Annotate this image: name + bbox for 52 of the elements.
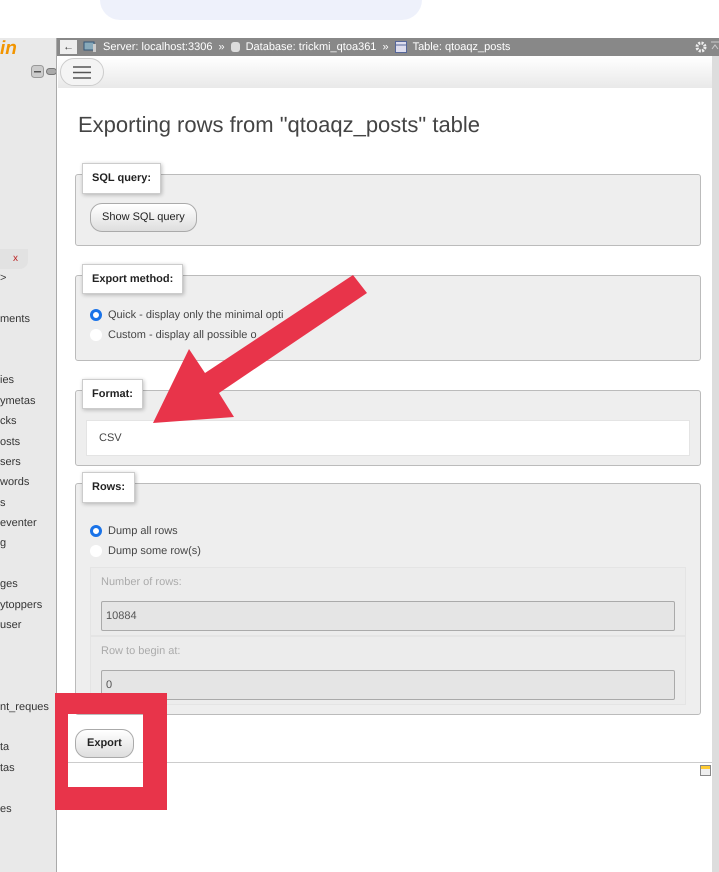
field-label: Row to begin at: [101, 644, 182, 660]
radio-label: Dump some row(s) [108, 544, 201, 560]
breadcrumb-link[interactable]: Table: qtoaqz_posts [412, 38, 510, 56]
sidebar-item[interactable]: es [0, 802, 12, 815]
sidebar-item[interactable]: sers [0, 456, 21, 468]
table-icon [394, 41, 407, 53]
sidebar-item[interactable]: ments [0, 313, 30, 326]
field-label: Number of rows: [101, 575, 183, 590]
menu-icon [73, 66, 91, 78]
sidebar-item[interactable]: ytoppers [0, 598, 42, 611]
sidebar-item[interactable]: tas [0, 762, 15, 774]
settings-icon[interactable] [695, 41, 707, 53]
page-title: Exporting rows from "qtoaqz_posts" table [78, 112, 482, 138]
fieldset-legend: Format: [82, 378, 143, 410]
link-icon[interactable] [46, 68, 56, 75]
sidebar-item[interactable]: g [0, 537, 6, 550]
sidebar-item[interactable]: cks [0, 415, 16, 428]
format-select[interactable]: CSV [86, 420, 690, 456]
sidebar-item[interactable]: ymetas [0, 394, 36, 407]
sidebar-item[interactable]: s [0, 496, 6, 509]
logo-text: in [0, 38, 17, 60]
breadcrumb-link[interactable]: Database: trickmi_qtoa361 [246, 38, 376, 56]
close-button[interactable]: x [0, 249, 28, 270]
breadcrumb-separator: » [218, 40, 225, 55]
show-sql-button[interactable]: Show SQL query [90, 203, 197, 232]
fieldset-legend: Export method: [82, 264, 184, 294]
database-icon [230, 41, 240, 53]
sidebar-item[interactable]: ies [0, 374, 14, 386]
radio-label: Custom - display all possible o [108, 328, 257, 343]
export-button[interactable]: Export [75, 729, 134, 758]
server-icon [83, 41, 97, 53]
radio-button[interactable] [90, 525, 102, 538]
radio-label: Dump all rows [108, 524, 178, 540]
sidebar-item[interactable]: > [0, 272, 6, 284]
collapse-icon[interactable] [31, 65, 44, 78]
sidebar-item[interactable]: osts [0, 436, 20, 448]
menu-button[interactable] [60, 58, 104, 86]
sidebar-item[interactable]: ges [0, 578, 18, 590]
fieldset-legend: Rows: [82, 472, 135, 503]
fieldset-legend: SQL query: [82, 163, 162, 194]
sidebar-item[interactable]: eventer [0, 517, 37, 530]
sidebar-item[interactable]: words [0, 476, 30, 488]
back-button[interactable]: ← [60, 40, 77, 54]
sidebar-item[interactable]: nt_reques [0, 700, 49, 713]
radio-button[interactable] [90, 308, 102, 321]
breadcrumb-separator: » [382, 40, 389, 55]
collapse-top-icon[interactable] [711, 41, 719, 51]
breadcrumb-link[interactable]: Server: localhost:3306 [103, 38, 212, 56]
radio-label: Quick - display only the minimal opti [108, 308, 284, 323]
sidebar-item[interactable]: user [0, 619, 22, 632]
sidebar-item[interactable]: ta [0, 741, 10, 754]
note-icon[interactable] [700, 765, 711, 776]
